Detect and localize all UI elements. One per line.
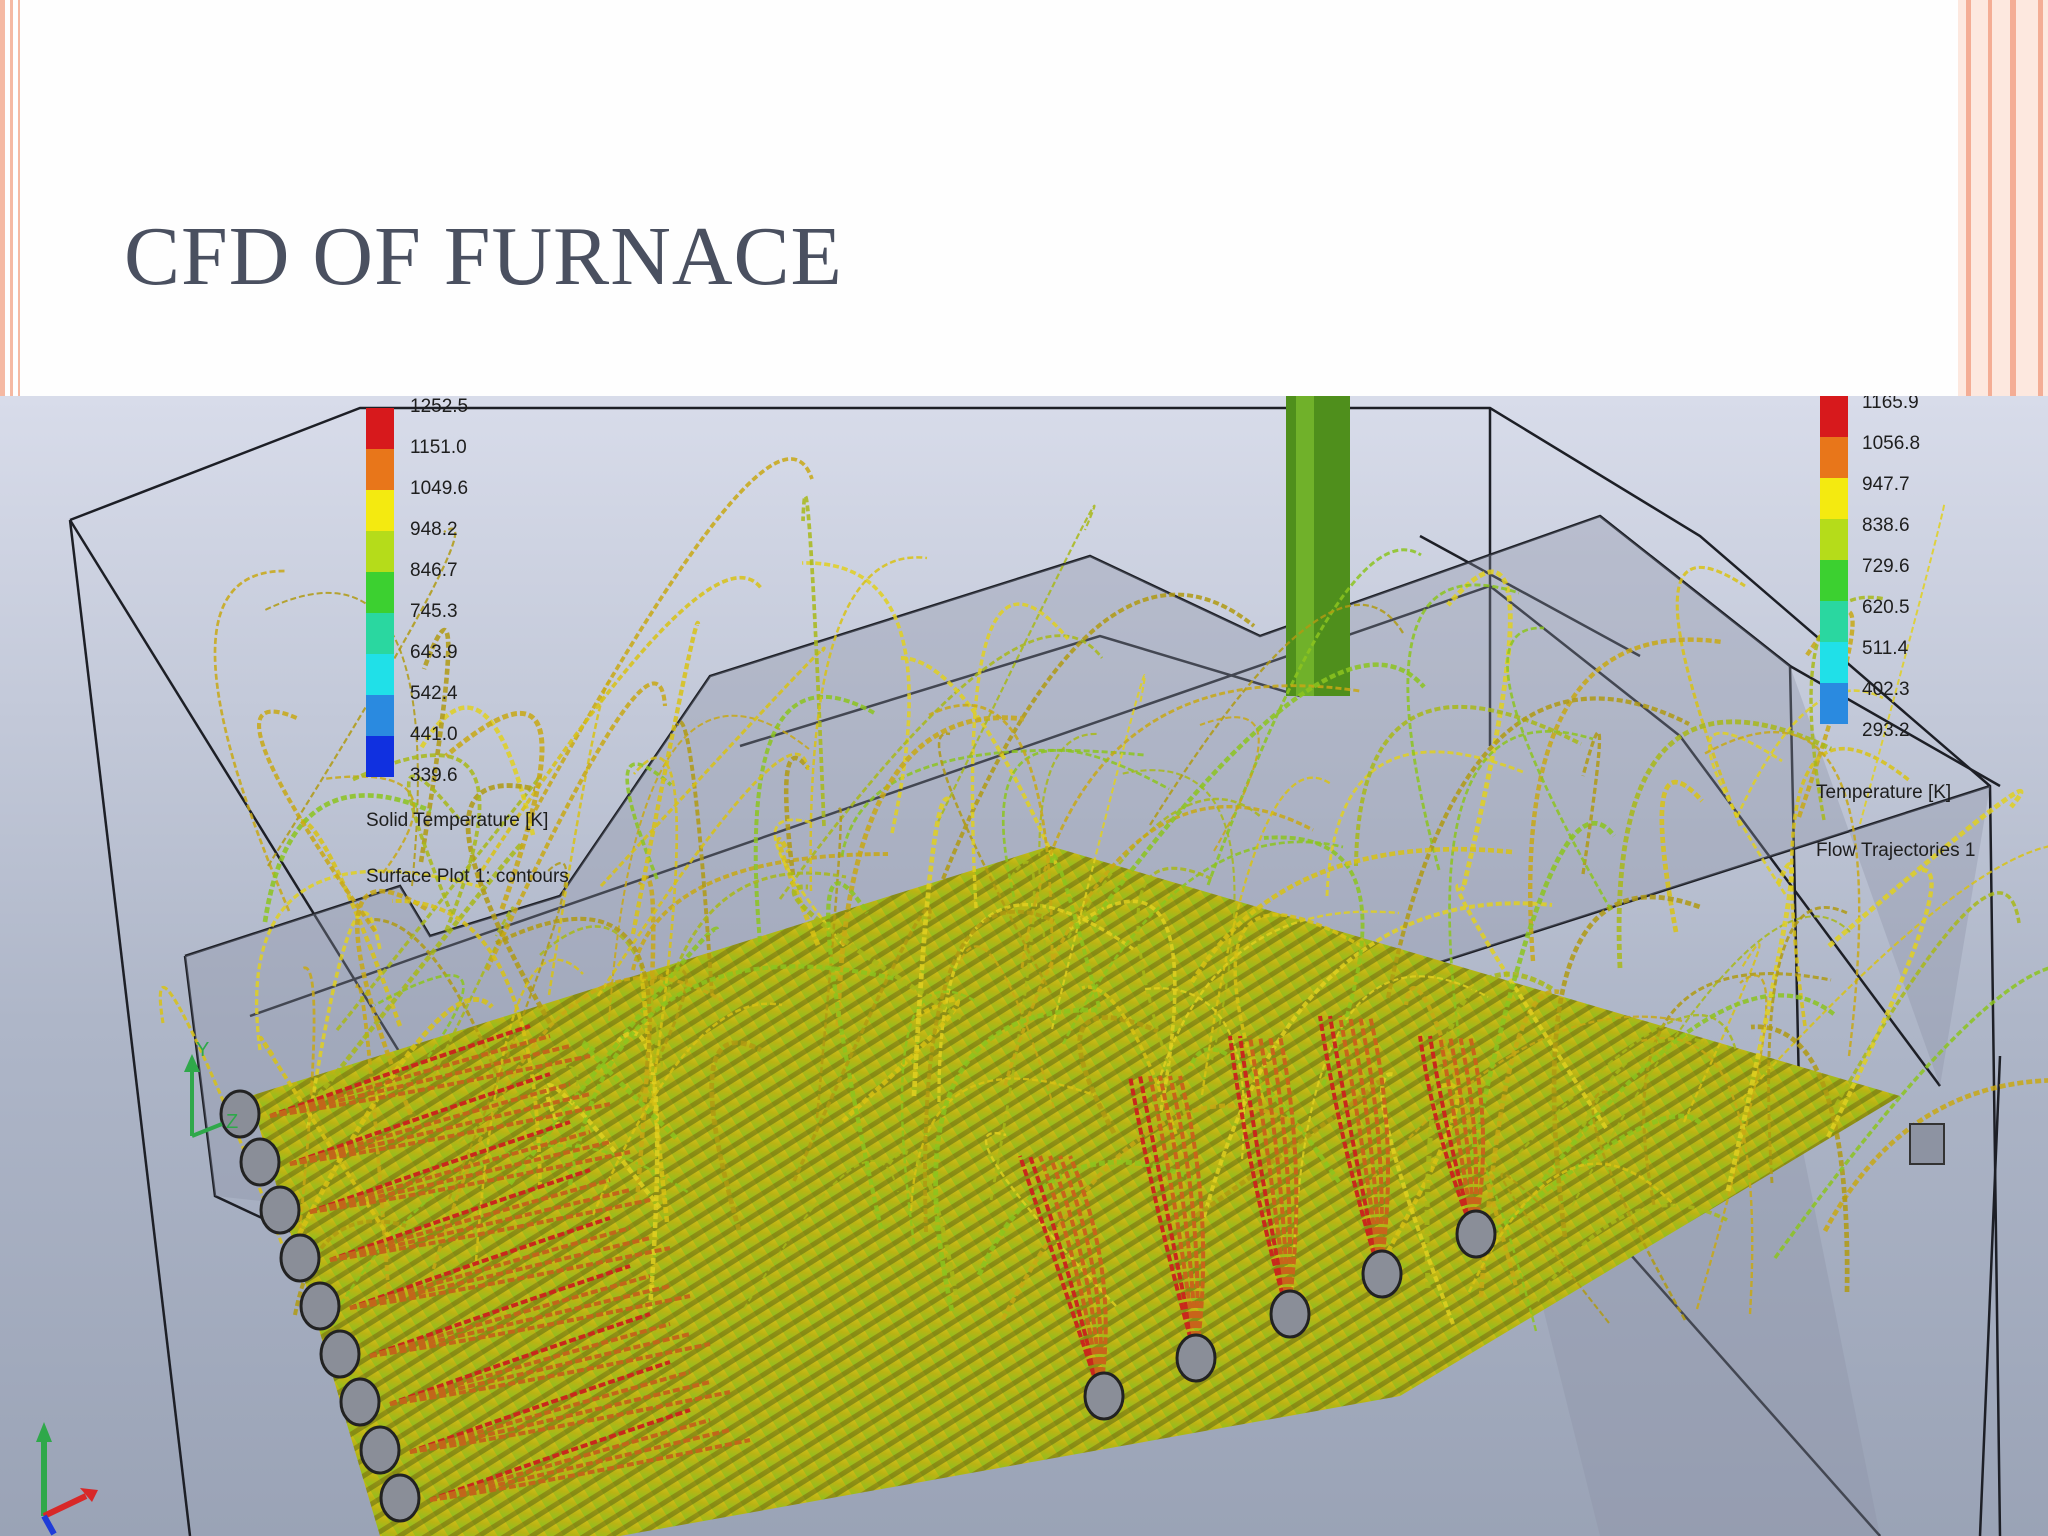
- air-nozzle: [1175, 1333, 1217, 1383]
- legend-tick-label: 838.6: [1862, 515, 1910, 536]
- air-nozzle: [279, 1233, 321, 1283]
- legend-color-step: [1820, 478, 1848, 519]
- legend-tick-label: 1151.0: [410, 437, 467, 458]
- legend-tick-label: 542.4: [410, 683, 458, 704]
- legend-color-step: [366, 613, 394, 654]
- air-nozzle: [319, 1329, 361, 1379]
- svg-text:Z: Z: [226, 1111, 238, 1133]
- legend-tick-label: 402.3: [1862, 679, 1910, 700]
- air-nozzle: [379, 1473, 421, 1523]
- legend-color-step: [1820, 683, 1848, 724]
- legend-color-step: [366, 490, 394, 531]
- legend-tick-label: 511.4: [1862, 638, 1909, 659]
- svg-text:Y: Y: [196, 1039, 209, 1061]
- legend-color-step: [366, 695, 394, 736]
- legend-tick-label: 620.5: [1862, 597, 1910, 618]
- legend-tick-label: 1056.8: [1862, 433, 1921, 454]
- air-nozzle: [299, 1281, 341, 1331]
- legend-tick-label: 948.2: [410, 519, 458, 540]
- legend-color-step: [1820, 560, 1848, 601]
- air-nozzle: [1361, 1249, 1403, 1299]
- slide-frame-left: [0, 0, 26, 400]
- legend-tick-label: 846.7: [410, 560, 458, 581]
- air-nozzle: [1455, 1209, 1497, 1259]
- legend-color-bar: [1820, 396, 1848, 724]
- cfd-simulation-view: Y Z 1252.5 1151.0 1049.6 948.2 846.7 745.3 643…: [0, 396, 2048, 1536]
- legend-color-step: [366, 408, 394, 449]
- legend-flow-temperature: 1165.9 1056.8 947.7 838.6 729.6 620.5 511.4 402…: [1816, 396, 2046, 861]
- air-nozzle: [359, 1425, 401, 1475]
- air-nozzle: [259, 1185, 301, 1235]
- legend-color-step: [366, 572, 394, 613]
- legend-color-bar: [366, 408, 394, 777]
- legend-tick-label: 745.3: [410, 601, 458, 622]
- legend-plot-label: Surface Plot 1: contours: [366, 866, 569, 887]
- legend-solid-temperature: 1252.5 1151.0 1049.6 948.2 846.7 745.3 643.9 54…: [366, 396, 606, 887]
- air-nozzle: [339, 1377, 381, 1427]
- legend-color-step: [1820, 642, 1848, 683]
- legend-color-step: [1820, 601, 1848, 642]
- legend-tick-label: 729.6: [1862, 556, 1910, 577]
- air-nozzle: [1269, 1289, 1311, 1339]
- legend-plot-label: Flow Trajectories 1: [1816, 840, 1976, 861]
- slide-frame-right: [1958, 0, 2048, 400]
- legend-label: Temperature [K]: [1816, 782, 1952, 803]
- legend-tick-label: 1165.9: [1862, 396, 1919, 413]
- legend-tick-label: 339.6: [410, 765, 458, 786]
- legend-color-step: [366, 449, 394, 490]
- legend-tick-label: 1252.5: [410, 396, 469, 417]
- legend-color-step: [366, 654, 394, 695]
- slide: CFD OF FURNACE Y Z 1252.5 1151.0 1049.6 …: [0, 0, 2048, 1536]
- legend-color-step: [1820, 519, 1848, 560]
- legend-color-step: [1820, 437, 1848, 478]
- legend-color-step: [1820, 396, 1848, 437]
- legend-label: Solid Temperature [K]: [366, 810, 549, 831]
- legend-tick-label: 643.9: [410, 642, 458, 663]
- flue-stack: [1286, 396, 1350, 696]
- furnace-render: Y Z: [0, 396, 2048, 1536]
- legend-tick-label: 441.0: [410, 724, 458, 745]
- air-nozzle: [1083, 1371, 1125, 1421]
- legend-tick-label: 947.7: [1862, 474, 1910, 495]
- legend-color-step: [366, 736, 394, 777]
- legend-color-step: [366, 531, 394, 572]
- legend-tick-label: 1049.6: [410, 478, 469, 499]
- air-nozzle: [239, 1137, 281, 1187]
- outlet-port: [1909, 1123, 1945, 1165]
- slide-title: CFD OF FURNACE: [124, 210, 843, 303]
- legend-tick-label: 293.2: [1862, 720, 1910, 741]
